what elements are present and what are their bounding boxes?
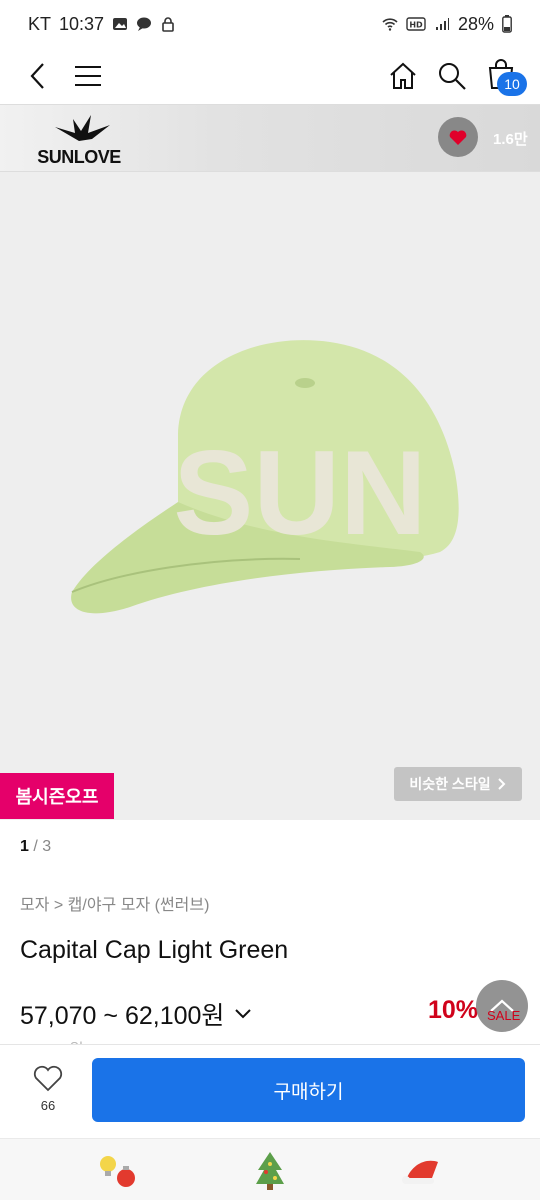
gallery-icon: [113, 18, 128, 30]
status-bar: KT 10:37 HD 28%: [0, 0, 540, 48]
price-range[interactable]: 57,070 ~ 62,100원: [20, 996, 252, 1032]
battery-percent: 28%: [457, 13, 494, 34]
search-icon: [439, 63, 466, 90]
pager-total: 3: [42, 838, 52, 855]
hd-icon: HD: [406, 17, 426, 31]
santa-hat-icon[interactable]: [400, 1148, 444, 1192]
heart-outline-icon: [33, 1065, 63, 1092]
discount-percent: 10%: [428, 996, 479, 1024]
brand-like-count: 1.6만: [493, 131, 528, 148]
buy-button[interactable]: 구매하기: [92, 1058, 525, 1122]
sunlove-logo: SUNLOVE: [37, 115, 122, 165]
heart-icon: [449, 130, 467, 145]
clock: 10:37: [59, 13, 105, 34]
svg-text:HD: HD: [409, 21, 423, 30]
price-text: 57,070 ~ 62,100원: [20, 1002, 225, 1030]
wishlist-count: 66: [40, 1098, 56, 1113]
sale-label: SALE: [487, 1008, 521, 1023]
pager-separator: /: [28, 838, 43, 855]
wishlist-button[interactable]: 66: [24, 1064, 72, 1120]
svg-text:SUN: SUN: [173, 426, 426, 560]
similar-style-label: 비슷한 스타일: [409, 776, 491, 792]
back-button[interactable]: [18, 56, 58, 96]
home-button[interactable]: [383, 56, 423, 96]
original-price: 69,000원: [20, 1036, 84, 1044]
chevron-down-icon: [235, 1009, 252, 1019]
product-image[interactable]: SUN: [0, 172, 540, 820]
product-title: Capital Cap Light Green: [20, 936, 289, 964]
scroll-top-button[interactable]: [476, 980, 528, 1032]
wifi-icon: [382, 18, 398, 31]
battery-icon: [502, 15, 512, 33]
hamburger-icon: [75, 66, 101, 86]
home-icon: [390, 62, 416, 89]
lock-icon: [162, 17, 174, 32]
pager-current: 1: [20, 838, 29, 855]
brand-like-button[interactable]: [438, 117, 478, 157]
brand-name: SUNLOVE: [37, 147, 121, 165]
breadcrumb[interactable]: 모자 > 캡/야구 모자 (썬러브): [20, 891, 209, 915]
image-pager: 1 / 3: [20, 838, 51, 856]
search-button[interactable]: [432, 56, 472, 96]
promo-badge[interactable]: 봄시즌오프: [0, 773, 114, 819]
menu-button[interactable]: [68, 56, 108, 96]
signal-icon: [435, 18, 449, 30]
top-navigation: [0, 48, 540, 104]
chevron-left-icon: [30, 63, 44, 89]
cart-count-badge: 10: [497, 72, 527, 96]
chat-icon: [137, 17, 152, 31]
similar-style-button[interactable]: 비슷한 스타일: [394, 767, 522, 801]
cap-illustration: SUN: [71, 340, 459, 614]
tree-icon[interactable]: [248, 1148, 292, 1192]
chevron-right-icon: [497, 778, 505, 790]
carrier: KT: [28, 13, 52, 34]
bulb-icon[interactable]: [96, 1148, 140, 1192]
